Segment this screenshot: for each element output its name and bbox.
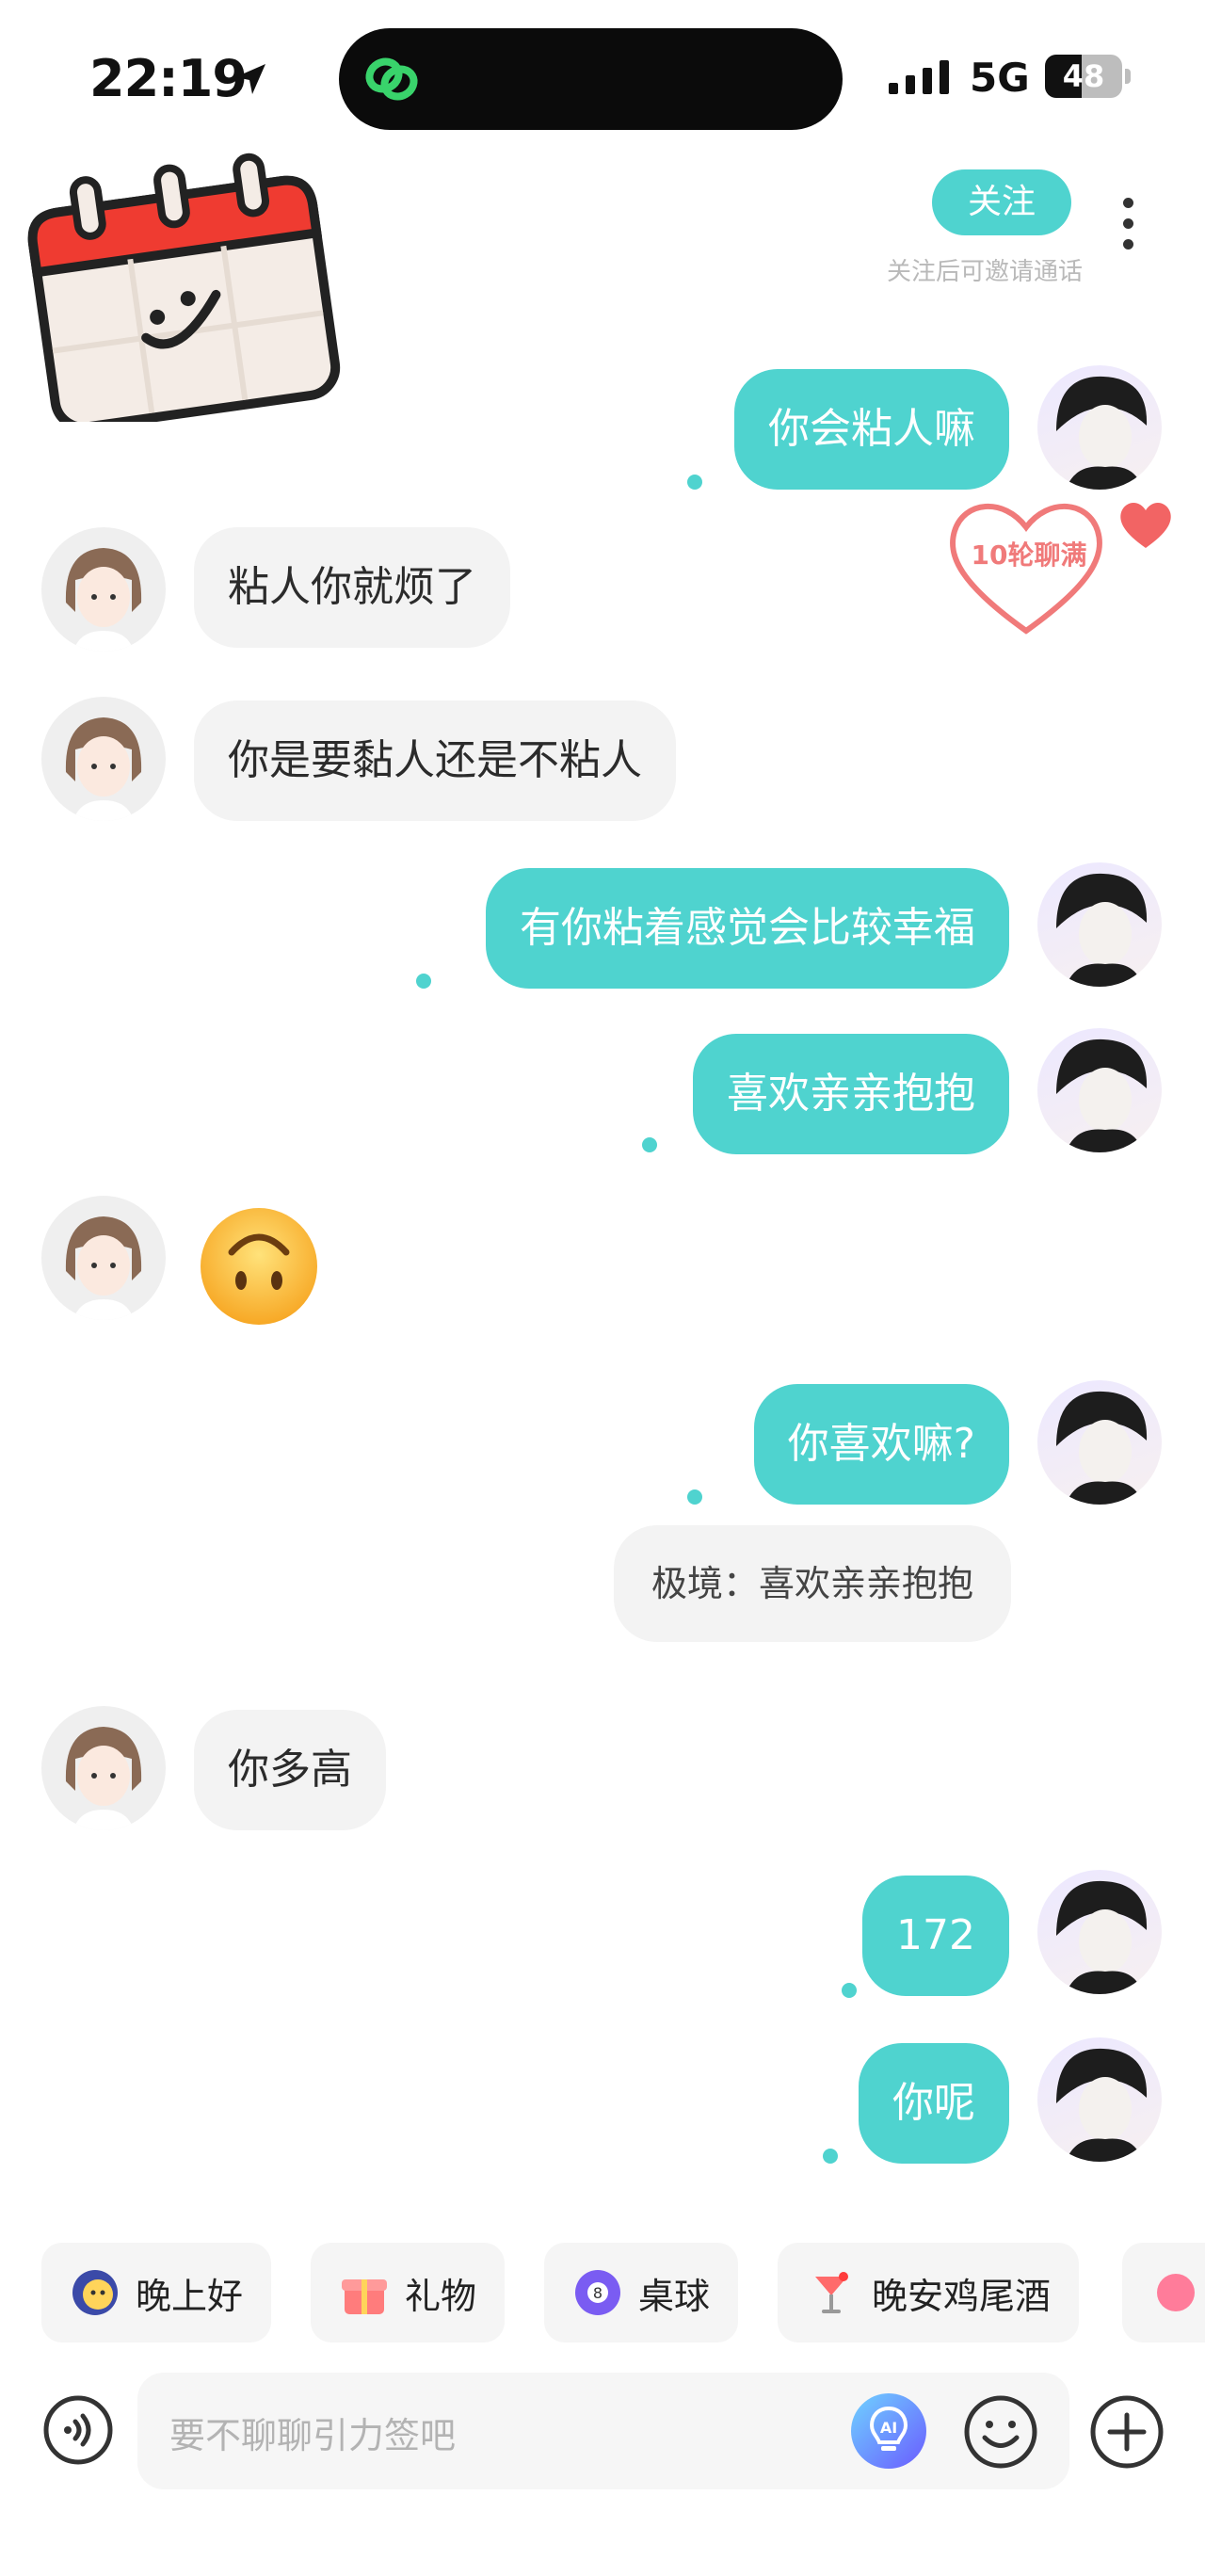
ai-assistant-icon[interactable]: AI [849,2391,928,2471]
quick-action-gift[interactable]: 礼物 [311,2243,506,2343]
status-time: 22:19 [89,49,248,108]
message-bubble-in[interactable]: 你多高 [194,1710,386,1830]
cocktail-icon [815,2272,848,2313]
chip-label: 晚安鸡尾酒 [872,2275,1052,2317]
moon-face-icon [72,2270,118,2315]
app-link-icon [365,57,418,101]
network-type: 5G [970,55,1030,101]
message-bubble-out[interactable]: 172 [862,1876,1009,1996]
contact-avatar[interactable] [41,697,166,821]
message-input-placeholder: 要不聊聊引力签吧 [169,2415,457,2456]
contact-avatar[interactable] [41,1196,166,1320]
unread-dot [642,1137,657,1152]
quick-action-billiards[interactable]: 8 桌球 [544,2243,739,2343]
upside-down-face-emoji-icon[interactable] [198,1205,320,1328]
follow-button[interactable]: 关注 [932,169,1071,235]
quick-action-good-evening[interactable]: 晚上好 [41,2243,272,2343]
message-bubble-out[interactable]: 你呢 [859,2043,1009,2164]
add-attachment-icon[interactable] [1088,2393,1165,2471]
calendar-sticker-icon[interactable] [11,121,350,422]
voice-input-icon[interactable] [41,2393,115,2467]
quick-action-more[interactable] [1122,2243,1205,2343]
chip-label: 晚上好 [136,2275,244,2317]
unread-dot [687,1489,702,1505]
cell-signal-icon [889,60,949,94]
heart-icon [1120,502,1171,548]
my-avatar[interactable] [1037,2037,1162,2162]
follow-hint: 关注后可邀请通话 [886,258,1083,286]
unread-dot [687,475,702,490]
chip-label: 礼物 [405,2275,477,2317]
partial-chip-icon [1157,2274,1195,2311]
chat-streak-label: 10轮聊满 [971,539,1087,571]
billiard-ball-icon: 8 [575,2270,620,2315]
location-arrow-icon [235,64,265,94]
unread-dot [416,974,431,989]
my-avatar[interactable] [1037,862,1162,987]
quick-action-cocktail[interactable]: 晚安鸡尾酒 [778,2243,1080,2343]
svg-text:8: 8 [593,2284,602,2302]
message-bubble-out[interactable]: 你喜欢嘛? [753,1384,1009,1505]
gift-icon [342,2279,387,2314]
quoted-reply[interactable]: 极境：喜欢亲亲抱抱 [614,1525,1011,1642]
unread-dot [823,2149,838,2164]
message-bubble-out[interactable]: 喜欢亲亲抱抱 [693,1034,1009,1154]
my-avatar[interactable] [1037,1028,1162,1152]
emoji-picker-icon[interactable] [962,2393,1039,2471]
contact-avatar[interactable] [41,1706,166,1830]
battery-percent: 48 [1062,58,1105,94]
message-bubble-out[interactable]: 你会粘人嘛 [734,369,1009,490]
svg-text:AI: AI [880,2419,897,2437]
chip-label: 桌球 [638,2275,711,2317]
battery-icon: 48 [1045,55,1132,102]
quick-actions-bar: 晚上好 礼物 8 桌球 晚安鸡尾酒 [0,2243,1205,2344]
message-bubble-in[interactable]: 粘人你就烦了 [194,527,510,648]
my-avatar[interactable] [1037,1870,1162,1994]
message-bubble-out[interactable]: 有你粘着感觉会比较幸福 [486,868,1009,989]
my-avatar[interactable] [1037,1380,1162,1505]
more-options-icon[interactable] [1118,198,1137,258]
contact-avatar[interactable] [41,527,166,652]
message-bubble-in[interactable]: 你是要黏人还是不粘人 [194,700,676,821]
unread-dot [842,1983,857,1998]
my-avatar[interactable] [1037,365,1162,490]
